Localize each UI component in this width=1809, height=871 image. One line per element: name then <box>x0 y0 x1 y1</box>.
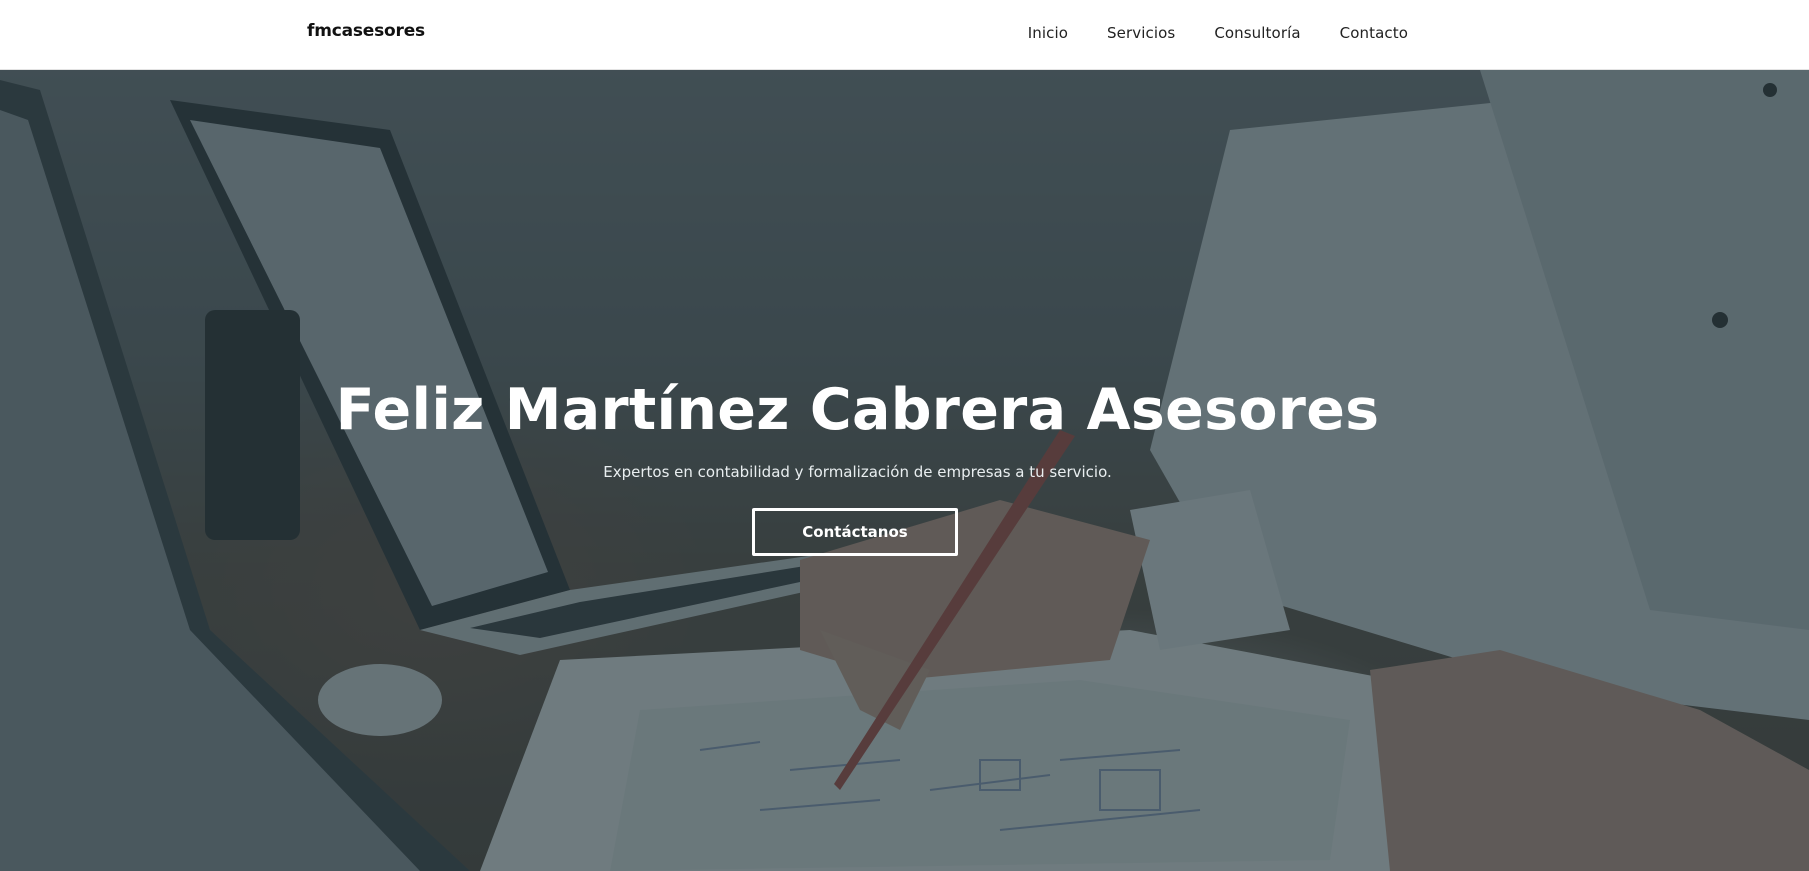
nav-link-consultoria[interactable]: Consultoría <box>1214 24 1300 42</box>
main-nav: Inicio Servicios Consultoría Contacto <box>989 23 1408 42</box>
hero-title: Feliz Martínez Cabrera Asesores <box>335 377 1380 443</box>
nav-item-consultoria: Consultoría <box>1214 23 1300 42</box>
nav-link-inicio[interactable]: Inicio <box>1028 24 1068 42</box>
contact-cta-button[interactable]: Contáctanos <box>752 508 958 556</box>
nav-item-inicio: Inicio <box>1028 23 1068 42</box>
brand-logo[interactable]: fmcasesores <box>307 21 425 41</box>
nav-link-servicios[interactable]: Servicios <box>1107 24 1175 42</box>
nav-link-contacto[interactable]: Contacto <box>1340 24 1408 42</box>
nav-item-servicios: Servicios <box>1107 23 1175 42</box>
hero-section: Feliz Martínez Cabrera Asesores Expertos… <box>0 70 1809 871</box>
hero-subtitle: Expertos en contabilidad y formalización… <box>603 463 1112 481</box>
nav-item-contacto: Contacto <box>1340 23 1408 42</box>
site-header: fmcasesores Inicio Servicios Consultoría… <box>0 0 1809 70</box>
